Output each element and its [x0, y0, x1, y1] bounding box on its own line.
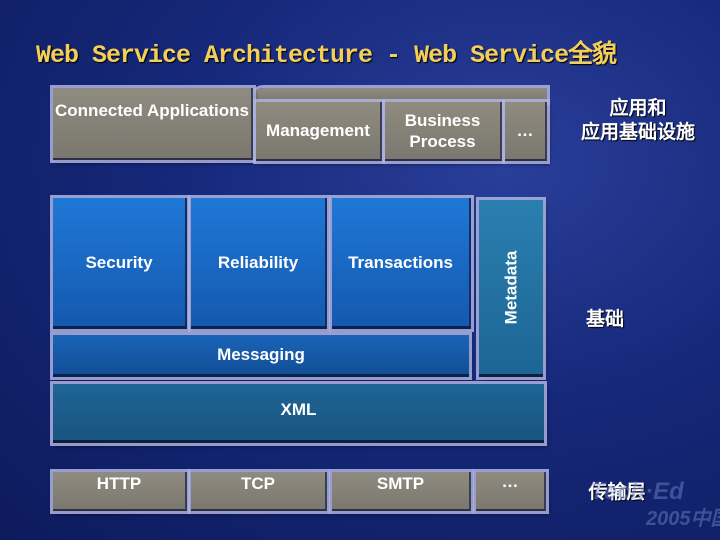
block-label: Metadata [501, 250, 521, 324]
block-label: XML [280, 399, 317, 419]
block-security: Security [53, 198, 187, 329]
block-label: SMTP [376, 474, 425, 493]
side-label-line: 应用基础设施 [580, 121, 695, 143]
block-transport-more: … [476, 472, 546, 511]
block-metadata: Metadata [479, 200, 543, 377]
block-transactions: Transactions [332, 198, 471, 329]
block-reliability: Reliability [191, 198, 327, 329]
ellipsis-icon: … [516, 121, 534, 140]
block-connected-applications: Connected Applications [53, 88, 253, 160]
logo-brand: Tech·Ed [590, 478, 684, 505]
block-label: Connected Applications [55, 101, 249, 120]
block-label: Business Process [404, 110, 481, 151]
block-tcp: TCP [191, 472, 327, 511]
side-label-application: 应用和 应用基础设施 [575, 96, 701, 144]
block-label: Security [85, 252, 153, 272]
block-label: Transactions [348, 252, 453, 272]
teched-logo: Tech·Ed 2005中国 [590, 478, 720, 531]
block-label: Reliability [217, 252, 299, 272]
block-label: Management [266, 121, 370, 140]
block-http: HTTP [53, 472, 187, 511]
application-frame-lip [253, 88, 547, 102]
block-label: TCP [241, 474, 275, 493]
logo-year: 2005中国 [646, 508, 720, 530]
side-label-foundation: 基础 [585, 308, 624, 330]
slide-title: Web Service Architecture - Web Service全貌 [36, 41, 617, 70]
block-label: HTTP [96, 474, 142, 493]
block-messaging: Messaging [53, 335, 469, 377]
block-xml: XML [53, 384, 544, 443]
block-label: Messaging [217, 345, 305, 364]
ellipsis-icon: … [501, 472, 519, 491]
side-label-line: 应用和 [609, 97, 667, 119]
block-smtp: SMTP [332, 472, 471, 511]
block-business-process: Business Process [385, 102, 502, 161]
block-management: Management [256, 102, 382, 161]
block-application-more: … [505, 102, 547, 161]
